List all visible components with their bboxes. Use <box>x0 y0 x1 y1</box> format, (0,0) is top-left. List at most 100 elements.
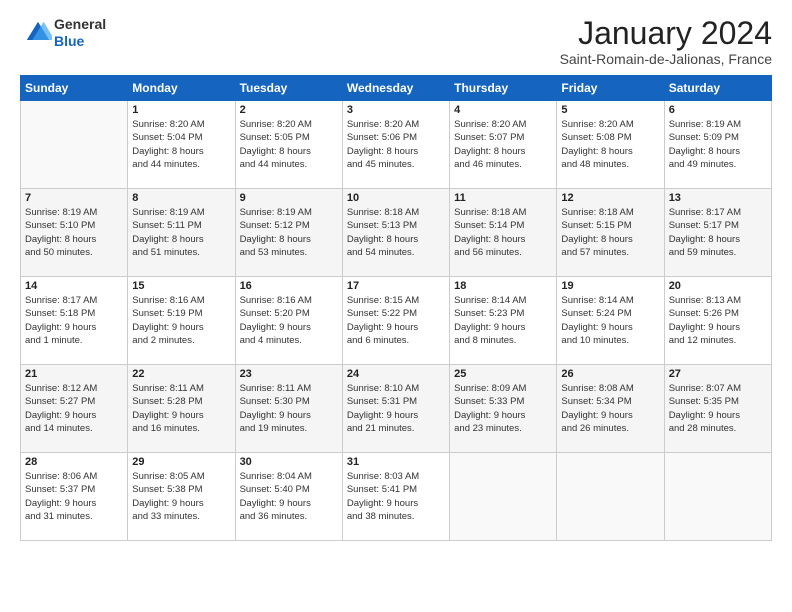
calendar-subtitle: Saint-Romain-de-Jalionas, France <box>560 51 772 67</box>
calendar-cell <box>664 453 771 541</box>
calendar-cell: 12Sunrise: 8:18 AM Sunset: 5:15 PM Dayli… <box>557 189 664 277</box>
calendar-cell: 3Sunrise: 8:20 AM Sunset: 5:06 PM Daylig… <box>342 101 449 189</box>
day-info: Sunrise: 8:18 AM Sunset: 5:15 PM Dayligh… <box>561 206 659 259</box>
calendar-cell: 24 Sunrise: 8:10 AM Sunset: 5:31 PM Dayli… <box>342 365 449 453</box>
calendar-cell: 26Sunrise: 8:08 AM Sunset: 5:34 PM Dayli… <box>557 365 664 453</box>
day-info: Sunrise: 8:13 AM Sunset: 5:26 PM Dayligh… <box>669 294 767 347</box>
calendar-cell: 29 Sunrise: 8:05 AM Sunset: 5:38 PM Dayli… <box>128 453 235 541</box>
calendar-cell: 22 Sunrise: 8:11 AM Sunset: 5:28 PM Dayli… <box>128 365 235 453</box>
day-info: Sunrise: 8:03 AM Sunset: 5:41 PM Dayligh… <box>347 470 445 523</box>
calendar-cell: 28 Sunrise: 8:06 AM Sunset: 5:37 PM Dayli… <box>21 453 128 541</box>
calendar-cell: 18 Sunrise: 8:14 AM Sunset: 5:23 PM Dayli… <box>450 277 557 365</box>
day-info: Sunrise: 8:06 AM Sunset: 5:37 PM Dayligh… <box>25 470 123 523</box>
day-info: Sunrise: 8:14 AM Sunset: 5:24 PM Dayligh… <box>561 294 659 347</box>
calendar-cell: 15 Sunrise: 8:16 AM Sunset: 5:19 PM Dayli… <box>128 277 235 365</box>
day-info: Sunrise: 8:11 AM Sunset: 5:28 PM Dayligh… <box>132 382 230 435</box>
day-number: 28 <box>25 456 123 468</box>
calendar-cell <box>557 453 664 541</box>
calendar-cell: 16 Sunrise: 8:16 AM Sunset: 5:20 PM Dayli… <box>235 277 342 365</box>
calendar-cell: 7Sunrise: 8:19 AM Sunset: 5:10 PM Daylig… <box>21 189 128 277</box>
calendar-cell: 1 Sunrise: 8:20 AM Sunset: 5:04 PM Daylig… <box>128 101 235 189</box>
day-info: Sunrise: 8:19 AM Sunset: 5:11 PM Dayligh… <box>132 206 230 259</box>
day-number: 22 <box>132 368 230 380</box>
day-info: Sunrise: 8:19 AM Sunset: 5:09 PM Dayligh… <box>669 118 767 171</box>
day-number: 7 <box>25 192 123 204</box>
day-number: 24 <box>347 368 445 380</box>
day-number: 16 <box>240 280 338 292</box>
calendar-cell <box>450 453 557 541</box>
day-info: Sunrise: 8:10 AM Sunset: 5:31 PM Dayligh… <box>347 382 445 435</box>
calendar-week-4: 21 Sunrise: 8:12 AM Sunset: 5:27 PM Dayli… <box>21 365 772 453</box>
calendar-cell: 23 Sunrise: 8:11 AM Sunset: 5:30 PM Dayli… <box>235 365 342 453</box>
calendar-cell: 20Sunrise: 8:13 AM Sunset: 5:26 PM Dayli… <box>664 277 771 365</box>
header: General Blue January 2024 Saint-Romain-d… <box>20 16 772 67</box>
logo-icon <box>24 19 52 47</box>
calendar-week-1: 1 Sunrise: 8:20 AM Sunset: 5:04 PM Daylig… <box>21 101 772 189</box>
page: General Blue January 2024 Saint-Romain-d… <box>0 0 792 612</box>
calendar-cell: 31 Sunrise: 8:03 AM Sunset: 5:41 PM Dayli… <box>342 453 449 541</box>
calendar-cell: 10Sunrise: 8:18 AM Sunset: 5:13 PM Dayli… <box>342 189 449 277</box>
calendar-cell: 5 Sunrise: 8:20 AM Sunset: 5:08 PM Daylig… <box>557 101 664 189</box>
calendar-week-2: 7Sunrise: 8:19 AM Sunset: 5:10 PM Daylig… <box>21 189 772 277</box>
day-header-friday: Friday <box>557 76 664 101</box>
calendar-cell: 14 Sunrise: 8:17 AM Sunset: 5:18 PM Dayli… <box>21 277 128 365</box>
day-number: 2 <box>240 104 338 116</box>
day-number: 11 <box>454 192 552 204</box>
day-info: Sunrise: 8:20 AM Sunset: 5:05 PM Dayligh… <box>240 118 338 171</box>
day-number: 31 <box>347 456 445 468</box>
calendar-cell: 9 Sunrise: 8:19 AM Sunset: 5:12 PM Daylig… <box>235 189 342 277</box>
day-info: Sunrise: 8:11 AM Sunset: 5:30 PM Dayligh… <box>240 382 338 435</box>
day-info: Sunrise: 8:20 AM Sunset: 5:08 PM Dayligh… <box>561 118 659 171</box>
day-header-saturday: Saturday <box>664 76 771 101</box>
day-number: 21 <box>25 368 123 380</box>
logo: General Blue <box>20 16 106 50</box>
day-number: 14 <box>25 280 123 292</box>
day-header-tuesday: Tuesday <box>235 76 342 101</box>
day-info: Sunrise: 8:17 AM Sunset: 5:18 PM Dayligh… <box>25 294 123 347</box>
day-number: 9 <box>240 192 338 204</box>
day-number: 1 <box>132 104 230 116</box>
calendar-cell: 25Sunrise: 8:09 AM Sunset: 5:33 PM Dayli… <box>450 365 557 453</box>
day-number: 17 <box>347 280 445 292</box>
day-info: Sunrise: 8:14 AM Sunset: 5:23 PM Dayligh… <box>454 294 552 347</box>
calendar-cell <box>21 101 128 189</box>
day-info: Sunrise: 8:04 AM Sunset: 5:40 PM Dayligh… <box>240 470 338 523</box>
day-number: 19 <box>561 280 659 292</box>
day-number: 4 <box>454 104 552 116</box>
day-number: 15 <box>132 280 230 292</box>
logo-text: General Blue <box>54 16 106 50</box>
day-info: Sunrise: 8:07 AM Sunset: 5:35 PM Dayligh… <box>669 382 767 435</box>
day-info: Sunrise: 8:12 AM Sunset: 5:27 PM Dayligh… <box>25 382 123 435</box>
day-header-monday: Monday <box>128 76 235 101</box>
calendar-week-5: 28 Sunrise: 8:06 AM Sunset: 5:37 PM Dayli… <box>21 453 772 541</box>
day-info: Sunrise: 8:17 AM Sunset: 5:17 PM Dayligh… <box>669 206 767 259</box>
calendar-cell: 27 Sunrise: 8:07 AM Sunset: 5:35 PM Dayli… <box>664 365 771 453</box>
day-info: Sunrise: 8:20 AM Sunset: 5:04 PM Dayligh… <box>132 118 230 171</box>
calendar-title: January 2024 <box>560 16 772 51</box>
calendar-week-3: 14 Sunrise: 8:17 AM Sunset: 5:18 PM Dayli… <box>21 277 772 365</box>
calendar-table: SundayMondayTuesdayWednesdayThursdayFrid… <box>20 75 772 541</box>
calendar-cell: 30Sunrise: 8:04 AM Sunset: 5:40 PM Dayli… <box>235 453 342 541</box>
day-info: Sunrise: 8:16 AM Sunset: 5:20 PM Dayligh… <box>240 294 338 347</box>
day-header-sunday: Sunday <box>21 76 128 101</box>
day-number: 5 <box>561 104 659 116</box>
day-number: 29 <box>132 456 230 468</box>
calendar-cell: 6 Sunrise: 8:19 AM Sunset: 5:09 PM Daylig… <box>664 101 771 189</box>
day-number: 23 <box>240 368 338 380</box>
day-number: 27 <box>669 368 767 380</box>
calendar-cell: 19 Sunrise: 8:14 AM Sunset: 5:24 PM Dayli… <box>557 277 664 365</box>
day-info: Sunrise: 8:15 AM Sunset: 5:22 PM Dayligh… <box>347 294 445 347</box>
day-number: 18 <box>454 280 552 292</box>
day-info: Sunrise: 8:05 AM Sunset: 5:38 PM Dayligh… <box>132 470 230 523</box>
day-number: 3 <box>347 104 445 116</box>
day-info: Sunrise: 8:19 AM Sunset: 5:12 PM Dayligh… <box>240 206 338 259</box>
calendar-cell: 4Sunrise: 8:20 AM Sunset: 5:07 PM Daylig… <box>450 101 557 189</box>
calendar-cell: 21 Sunrise: 8:12 AM Sunset: 5:27 PM Dayli… <box>21 365 128 453</box>
day-header-wednesday: Wednesday <box>342 76 449 101</box>
day-info: Sunrise: 8:18 AM Sunset: 5:13 PM Dayligh… <box>347 206 445 259</box>
day-info: Sunrise: 8:16 AM Sunset: 5:19 PM Dayligh… <box>132 294 230 347</box>
day-header-thursday: Thursday <box>450 76 557 101</box>
day-number: 26 <box>561 368 659 380</box>
title-block: January 2024 Saint-Romain-de-Jalionas, F… <box>560 16 772 67</box>
day-number: 6 <box>669 104 767 116</box>
